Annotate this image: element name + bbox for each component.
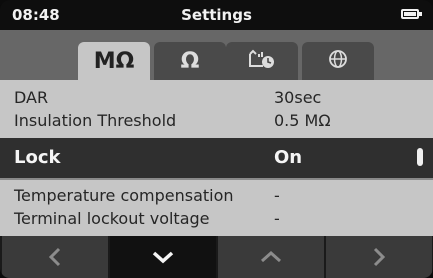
setting-row-temperature-compensation[interactable]: Temperature compensation - bbox=[0, 184, 433, 208]
setting-value: On bbox=[274, 147, 303, 168]
chevron-down-icon bbox=[152, 250, 174, 264]
scroll-up-button[interactable] bbox=[218, 236, 324, 278]
device-screen: 08:48 Settings MΩ Ω DAR 30sec Insulation… bbox=[0, 0, 433, 278]
settings-group-bottom: Temperature compensation - Terminal lock… bbox=[0, 180, 433, 236]
tab-bar: MΩ Ω bbox=[0, 30, 433, 80]
next-button[interactable] bbox=[326, 236, 432, 278]
scroll-indicator bbox=[417, 148, 423, 166]
tab-megaohm[interactable]: MΩ bbox=[78, 42, 150, 80]
setting-row-lock[interactable]: Lock On bbox=[0, 138, 433, 178]
nav-bar bbox=[0, 236, 433, 278]
megaohm-icon: MΩ bbox=[93, 48, 135, 74]
setting-row-terminal-lockout-voltage[interactable]: Terminal lockout voltage - bbox=[0, 207, 433, 231]
setting-value: 30sec bbox=[274, 88, 322, 107]
setting-value: - bbox=[274, 209, 280, 228]
setting-value: - bbox=[274, 186, 280, 205]
settings-group-top: DAR 30sec Insulation Threshold 0.5 MΩ bbox=[0, 80, 433, 138]
chevron-up-icon bbox=[260, 250, 282, 264]
setting-label: Temperature compensation bbox=[14, 186, 234, 205]
setting-row-dar[interactable]: DAR 30sec bbox=[0, 86, 433, 110]
battery-full-icon bbox=[401, 9, 422, 19]
ohm-icon: Ω bbox=[180, 48, 200, 74]
page-title: Settings bbox=[181, 6, 252, 24]
tools-clock-icon bbox=[247, 48, 277, 74]
tab-tools[interactable] bbox=[226, 42, 298, 80]
setting-label: Lock bbox=[14, 147, 61, 168]
tab-globe[interactable] bbox=[302, 42, 374, 80]
globe-icon bbox=[327, 48, 349, 74]
tab-ohm[interactable]: Ω bbox=[154, 42, 226, 80]
scroll-down-button[interactable] bbox=[110, 236, 216, 278]
setting-label: Terminal lockout voltage bbox=[14, 209, 210, 228]
previous-button[interactable] bbox=[2, 236, 108, 278]
chevron-left-icon bbox=[47, 247, 63, 267]
chevron-right-icon bbox=[371, 247, 387, 267]
setting-row-insulation-threshold[interactable]: Insulation Threshold 0.5 MΩ bbox=[0, 109, 433, 133]
status-bar: 08:48 Settings bbox=[0, 0, 433, 30]
setting-label: Insulation Threshold bbox=[14, 111, 177, 130]
setting-label: DAR bbox=[14, 88, 49, 107]
setting-value: 0.5 MΩ bbox=[274, 111, 331, 130]
